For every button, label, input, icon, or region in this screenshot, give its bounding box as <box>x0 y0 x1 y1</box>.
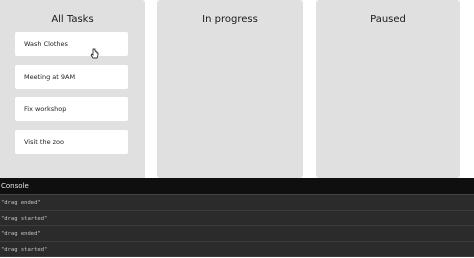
column-title: All Tasks <box>51 14 94 25</box>
console-title: Console <box>0 178 474 195</box>
task-card[interactable]: Meeting at 9AM <box>15 65 128 89</box>
column-title: Paused <box>370 14 406 25</box>
console-line: "drag started" <box>0 242 474 257</box>
task-card[interactable]: Wash Clothes <box>15 32 128 56</box>
column-title: In progress <box>202 14 258 25</box>
kanban-board: All Tasks Wash Clothes Meeting at 9AM Fi… <box>0 0 474 178</box>
console-line: "drag ended" <box>0 226 474 242</box>
task-card[interactable]: Fix workshop <box>15 97 128 121</box>
hand-cursor-icon <box>90 48 99 59</box>
column-paused[interactable]: Paused <box>316 0 460 178</box>
column-in-progress[interactable]: In progress <box>157 0 303 178</box>
task-card[interactable]: Visit the zoo <box>15 130 128 154</box>
console-line: "drag ended" <box>0 195 474 211</box>
console-line: "drag started" <box>0 211 474 226</box>
console-panel: Console "drag ended" "drag started" "dra… <box>0 178 474 257</box>
column-all-tasks[interactable]: All Tasks Wash Clothes Meeting at 9AM Fi… <box>0 0 145 178</box>
